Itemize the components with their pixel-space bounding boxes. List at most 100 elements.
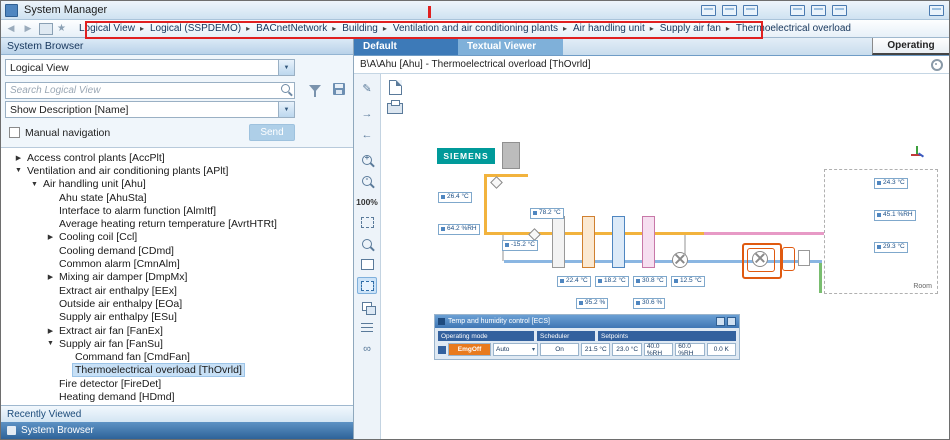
expand-icon[interactable] — [13, 154, 24, 162]
pencil-tool-icon[interactable]: ✎ — [357, 80, 377, 97]
compare-views-icon[interactable] — [357, 298, 377, 315]
control-panel-titlebar[interactable]: Temp and humidity control [ECS] — [435, 315, 739, 328]
tree-item[interactable]: Interface to alarm function [AlmItf] — [1, 204, 353, 217]
filter-section[interactable] — [552, 216, 565, 268]
layers-icon[interactable] — [357, 319, 377, 336]
expand-icon[interactable] — [45, 273, 56, 281]
mode-dropdown[interactable]: Auto — [493, 343, 538, 356]
tree-item[interactable]: Common alarm [CmnAlm] — [1, 257, 353, 270]
setpoint-value[interactable]: 21.5 °C — [581, 343, 610, 356]
scheduler-value[interactable]: On — [540, 343, 579, 356]
duct-component — [798, 250, 810, 266]
breadcrumb-item[interactable]: Air handling unit — [570, 23, 657, 34]
chevron-down-icon[interactable]: ▼ — [278, 102, 294, 117]
system-browser-bottom-bar[interactable]: System Browser — [1, 422, 353, 439]
tab-default[interactable]: Default — [354, 38, 458, 55]
target-pin-icon[interactable] — [931, 59, 943, 71]
link-view-icon[interactable]: ∞ — [357, 340, 377, 357]
zoom-fit-icon[interactable] — [357, 214, 377, 231]
tree-item[interactable]: Extract air enthalpy [EEx] — [1, 284, 353, 297]
operating-button[interactable]: Operating — [872, 38, 949, 55]
supply-fan-icon[interactable] — [752, 251, 768, 267]
layout-single-pane-icon[interactable] — [701, 5, 716, 16]
zoom-area-icon[interactable] — [357, 277, 377, 294]
damper-icon[interactable] — [528, 228, 541, 241]
collapse-icon[interactable] — [29, 181, 40, 188]
tree-item[interactable]: Supply air enthalpy [ESu] — [1, 311, 353, 324]
extract-fan-icon[interactable] — [672, 252, 688, 268]
tab-textual-viewer[interactable]: Textual Viewer — [458, 38, 563, 55]
layout-grid-icon[interactable] — [832, 5, 847, 16]
breadcrumb-item[interactable]: Building — [339, 23, 390, 34]
tree-item[interactable]: Cooling coil [Ccl] — [1, 231, 353, 244]
layout-rows-icon[interactable] — [811, 5, 826, 16]
collapse-icon[interactable] — [45, 340, 56, 347]
breadcrumb-item[interactable]: BACnetNetwork — [253, 23, 339, 34]
breadcrumb-item[interactable]: Thermoelectrical overload — [733, 23, 854, 34]
emergency-off-value[interactable]: EmgOff — [448, 343, 491, 356]
navigate-forward-icon[interactable]: → — [357, 105, 377, 122]
favorites-star-icon[interactable]: ★ — [57, 23, 66, 34]
tree-item[interactable]: Ventilation and air conditioning plants … — [1, 164, 353, 177]
new-document-icon[interactable] — [389, 80, 402, 95]
collapse-icon[interactable] — [13, 167, 24, 174]
manual-navigation-label: Manual navigation — [25, 127, 110, 139]
breadcrumb-item[interactable]: Logical (SSPDEMO) — [147, 23, 253, 34]
setpoint-value[interactable]: 40.0 %RH — [644, 343, 673, 356]
select-rect-icon[interactable] — [357, 256, 377, 273]
expand-icon[interactable] — [45, 233, 56, 241]
setpoint-value[interactable]: 0.0 K — [707, 343, 736, 356]
setpoint-value[interactable]: 23.0 °C — [612, 343, 641, 356]
sensor-value: 26.4 °C — [438, 192, 472, 203]
back-nav-icon[interactable]: ◀ — [4, 22, 18, 35]
zoom-in-icon[interactable] — [357, 151, 377, 168]
supply-duct-treated — [704, 232, 824, 235]
filter-icon[interactable] — [309, 85, 321, 92]
description-selector-dropdown[interactable]: Show Description [Name] ▼ — [5, 101, 295, 118]
tree-item[interactable]: Mixing air damper [DmpMx] — [1, 271, 353, 284]
tree-item[interactable]: Access control plants [AccPlt] — [1, 151, 353, 164]
damper-icon[interactable] — [490, 176, 503, 189]
recently-viewed-bar[interactable]: Recently Viewed — [1, 405, 353, 422]
navigate-back-icon[interactable]: ← — [357, 126, 377, 143]
send-button[interactable]: Send — [249, 124, 295, 141]
panel-minimize-icon[interactable] — [716, 317, 725, 326]
graphic-view-icon[interactable] — [39, 23, 53, 35]
zoom-out-icon[interactable] — [357, 172, 377, 189]
chevron-down-icon[interactable]: ▼ — [278, 60, 294, 75]
print-icon[interactable] — [387, 103, 403, 114]
view-selector-dropdown[interactable]: Logical View ▼ — [5, 59, 295, 76]
breadcrumb-item[interactable]: Ventilation and air conditioning plants — [390, 23, 570, 34]
breadcrumb-item[interactable]: Supply air fan — [657, 23, 733, 34]
tree-item[interactable]: Cooling demand [CDmd] — [1, 244, 353, 257]
tree-item[interactable]: Air handling unit [Ahu] — [1, 178, 353, 191]
humidifier-section[interactable] — [642, 216, 655, 268]
search-input[interactable] — [5, 82, 295, 99]
expand-icon[interactable] — [45, 327, 56, 335]
forward-nav-icon[interactable]: ▶ — [21, 22, 35, 35]
sensor-value: 22.4 °C — [557, 276, 591, 287]
sensor-value: 12.5 °C — [671, 276, 705, 287]
breadcrumb-item[interactable]: Logical View — [76, 23, 147, 34]
setpoint-value[interactable]: 60.0 %RH — [675, 343, 704, 356]
heating-coil-section[interactable] — [582, 216, 595, 268]
layout-columns-icon[interactable] — [790, 5, 805, 16]
tree-item-selected[interactable]: Thermoelectrical overload [ThOvrld] — [1, 364, 353, 377]
tree-item[interactable]: Average heating return temperature [Avrt… — [1, 217, 353, 230]
layout-quad-pane-icon[interactable] — [743, 5, 758, 16]
manual-navigation-checkbox[interactable] — [9, 127, 20, 138]
tree-item[interactable]: Outside air enthalpy [EOa] — [1, 297, 353, 310]
cooling-coil-section[interactable] — [612, 216, 625, 268]
tree-item[interactable]: Ahu state [AhuSta] — [1, 191, 353, 204]
layout-dual-pane-icon[interactable] — [722, 5, 737, 16]
tree-item[interactable]: Fire detector [FireDet] — [1, 377, 353, 390]
panel-close-icon[interactable] — [727, 317, 736, 326]
save-icon[interactable] — [333, 83, 345, 95]
help-icon[interactable] — [929, 5, 944, 16]
magnifier-icon[interactable] — [357, 235, 377, 252]
tree-item[interactable]: Command fan [CmdFan] — [1, 350, 353, 363]
search-icon[interactable] — [281, 84, 290, 93]
tree-item[interactable]: Heating demand [HDmd] — [1, 390, 353, 403]
tree-item[interactable]: Extract air fan [FanEx] — [1, 324, 353, 337]
tree-item[interactable]: Supply air fan [FanSu] — [1, 337, 353, 350]
